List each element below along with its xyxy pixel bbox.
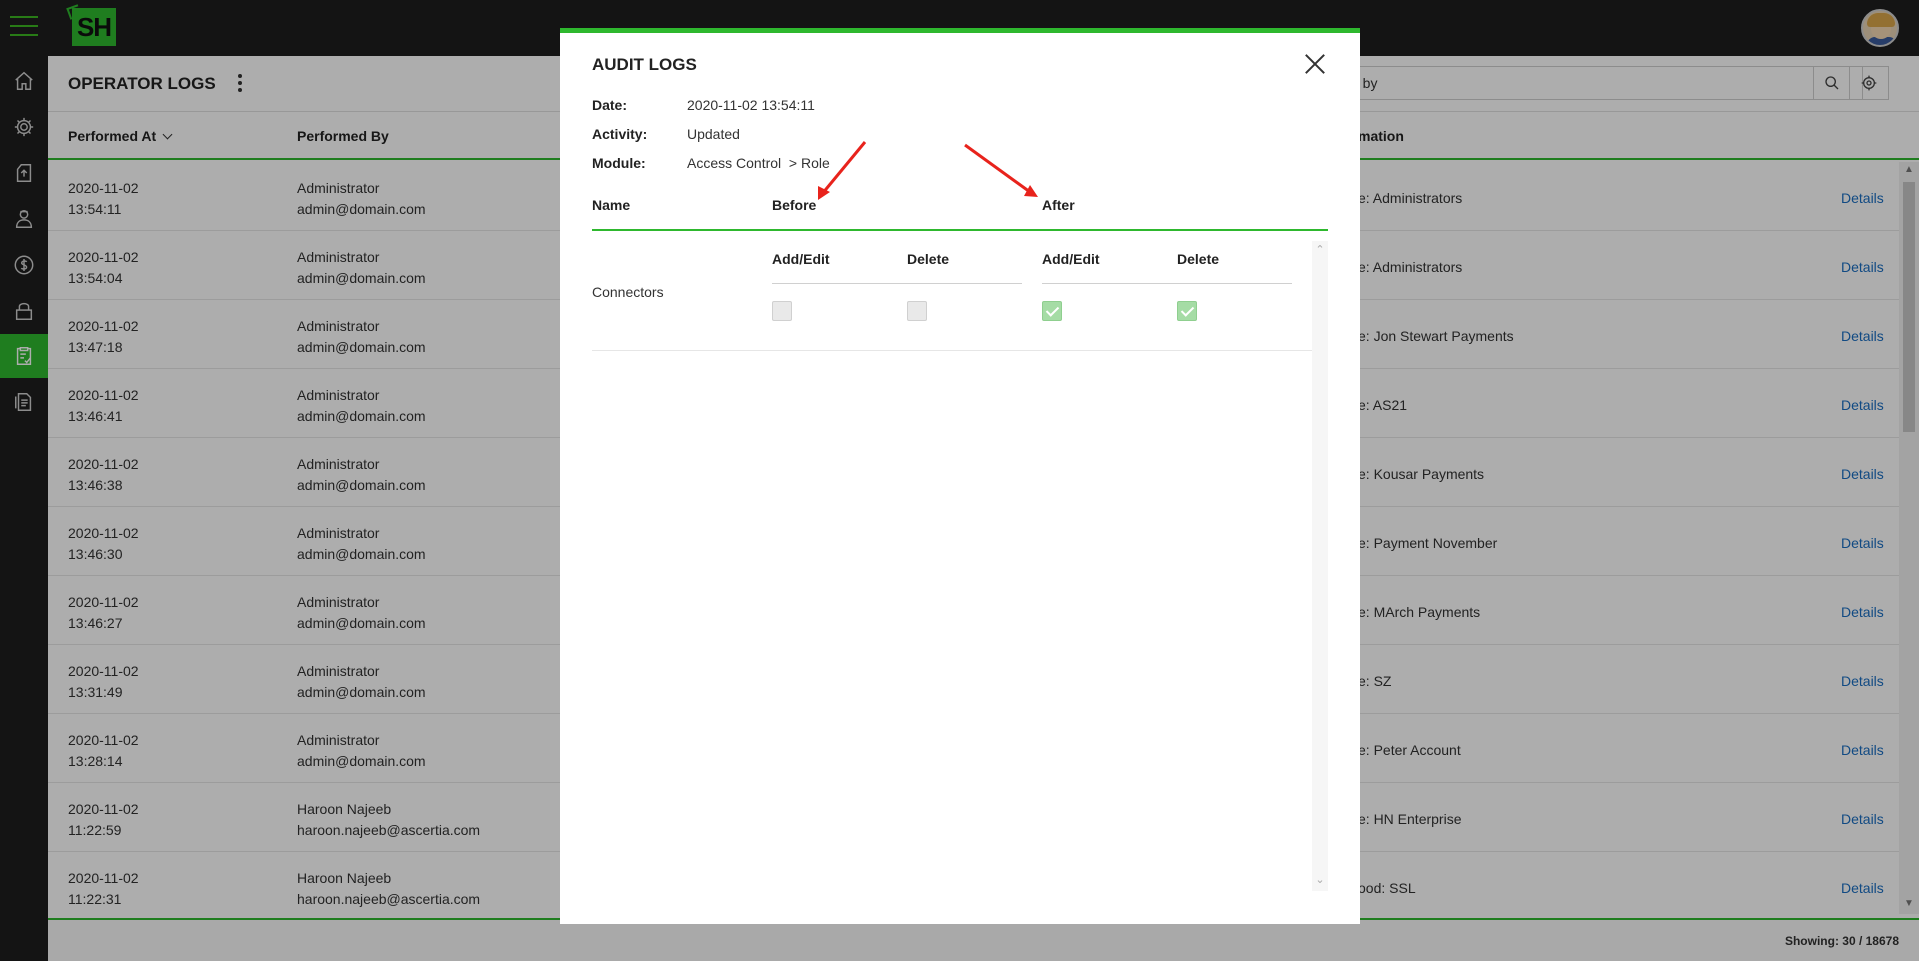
after-delete-checkbox — [1177, 301, 1197, 321]
before-delete-label: Delete — [907, 251, 950, 267]
column-after: After — [1042, 197, 1075, 213]
date-value: 2020-11-02 13:54:11 — [687, 97, 815, 113]
column-before: Before — [772, 197, 817, 213]
audit-logs-dialog: AUDIT LOGS Date: 2020-11-02 13:54:11 Act… — [560, 28, 1360, 924]
module-value: Access Control > Role — [687, 155, 830, 171]
date-label: Date: — [592, 97, 628, 113]
after-add-edit-checkbox — [1042, 301, 1062, 321]
after-delete-label: Delete — [1177, 251, 1220, 267]
before-add-edit-checkbox — [772, 301, 792, 321]
dialog-scrollbar[interactable]: ⌃ ⌄ — [1312, 241, 1328, 891]
permission-row-name: Connectors — [592, 284, 664, 300]
chevron-up-icon[interactable]: ⌃ — [1314, 243, 1326, 256]
activity-value: Updated — [687, 126, 740, 142]
before-add-edit-label: Add/Edit — [772, 251, 830, 267]
close-icon[interactable] — [1304, 53, 1326, 75]
dialog-title: AUDIT LOGS — [592, 55, 697, 74]
activity-label: Activity: — [592, 126, 648, 142]
column-name: Name — [592, 197, 631, 213]
chevron-down-icon[interactable]: ⌄ — [1314, 873, 1326, 886]
before-delete-checkbox — [907, 301, 927, 321]
after-add-edit-label: Add/Edit — [1042, 251, 1100, 267]
module-label: Module: — [592, 155, 646, 171]
